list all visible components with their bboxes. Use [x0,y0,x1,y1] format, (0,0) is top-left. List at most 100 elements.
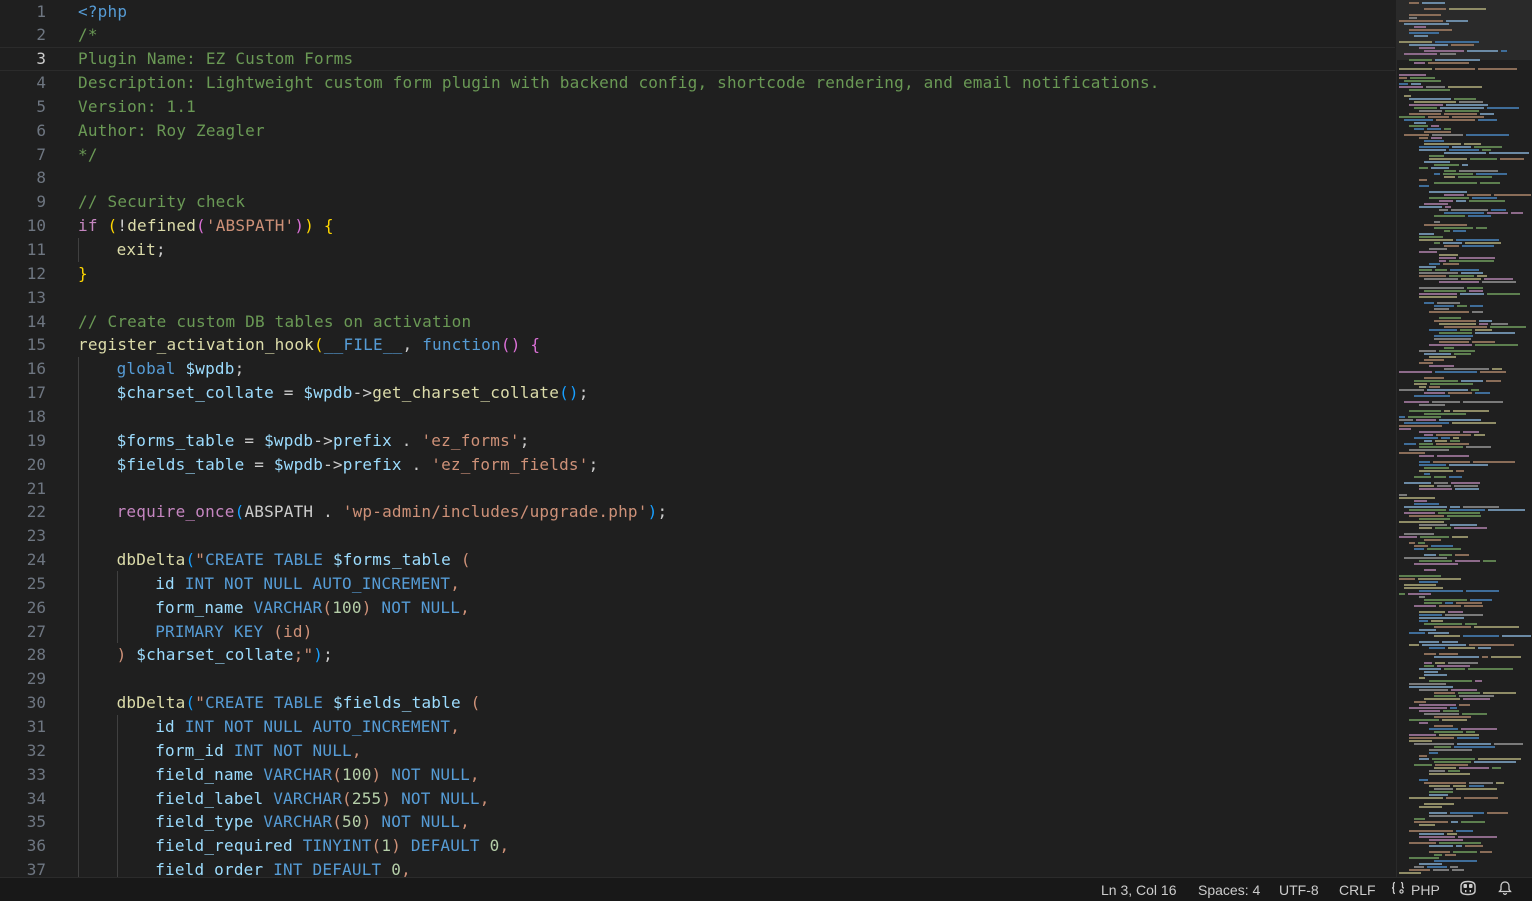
line-number[interactable]: 15 [0,335,46,354]
line-number[interactable]: 22 [0,502,46,521]
copilot-status-button[interactable] [1458,878,1478,901]
code-line[interactable]: 22 require_once(ABSPATH . 'wp-admin/inclu… [0,499,1395,524]
code-line[interactable]: 8 [0,166,1395,190]
minimap-line [1419,185,1429,187]
code-line[interactable]: 7 */ [0,142,1395,166]
line-number[interactable]: 34 [0,789,46,808]
line-number[interactable]: 18 [0,407,46,426]
minimap-line [1419,611,1445,613]
code-line[interactable]: 4 Description: Lightweight custom form pl… [0,71,1395,95]
code-line[interactable]: 15 register_activation_hook(__FILE__, fun… [0,333,1395,357]
line-number[interactable]: 31 [0,717,46,736]
minimap-line [1453,785,1466,787]
code-line[interactable]: 32 form_id INT NOT NULL, [0,738,1395,763]
minimap-line [1424,803,1454,805]
code-line[interactable]: 36 field_required TINYINT(1) DEFAULT 0, [0,833,1395,858]
notifications-button[interactable] [1497,878,1513,901]
line-number[interactable]: 3 [0,49,46,68]
line-number[interactable]: 17 [0,383,46,402]
code-line[interactable]: 13 [0,285,1395,309]
code-line[interactable]: 29 [0,666,1395,691]
line-number[interactable]: 1 [0,2,46,21]
code-line[interactable]: 37 field_order INT DEFAULT 0, [0,857,1395,877]
code-line[interactable]: 30 dbDelta("CREATE TABLE $fields_table ( [0,690,1395,715]
code-line[interactable]: 18 [0,404,1395,429]
code-line[interactable]: 28) $charset_collate;"); [0,642,1395,667]
code-line[interactable]: 2 /* [0,23,1395,47]
indent-guide [78,547,79,572]
line-number[interactable]: 29 [0,669,46,688]
line-number[interactable]: 11 [0,240,46,259]
line-number[interactable]: 8 [0,168,46,187]
line-number[interactable]: 30 [0,693,46,712]
line-number[interactable]: 23 [0,526,46,545]
line-number[interactable]: 27 [0,622,46,641]
minimap-line [1399,428,1411,430]
code-line[interactable]: 14 // Create custom DB tables on activati… [0,309,1395,333]
line-number[interactable]: 14 [0,312,46,331]
minimap-line [1452,146,1471,148]
minimap-line [1483,560,1496,562]
line-ending-selector[interactable]: CRLF [1339,878,1376,901]
line-number[interactable]: 2 [0,25,46,44]
line-number[interactable]: 4 [0,73,46,92]
code-line[interactable]: 3 Plugin Name: EZ Custom Forms [0,46,1395,71]
line-number[interactable]: 24 [0,550,46,569]
line-number[interactable]: 37 [0,860,46,877]
code-line[interactable]: 6 Author: Roy Zeagler [0,118,1395,142]
code-line[interactable]: 1 <?php [0,0,1395,23]
minimap-line [1404,512,1435,514]
code-line[interactable]: 21 [0,476,1395,500]
line-number[interactable]: 32 [0,741,46,760]
line-number[interactable]: 13 [0,288,46,307]
code-line[interactable]: 17 $charset_collate = $wpdb->get_charset_… [0,380,1395,405]
minimap-line [1471,389,1479,391]
line-number[interactable]: 36 [0,836,46,855]
line-number[interactable]: 10 [0,216,46,235]
line-number[interactable]: 26 [0,598,46,617]
line-number[interactable]: 28 [0,645,46,664]
line-number[interactable]: 6 [0,121,46,140]
code-line[interactable]: 5 Version: 1.1 [0,94,1395,118]
code-line[interactable]: 26 form_name VARCHAR(100) NOT NULL, [0,595,1395,620]
code-token: require_once [116,502,235,522]
line-number[interactable]: 9 [0,192,46,211]
code-line[interactable]: 34 field_label VARCHAR(255) NOT NULL, [0,786,1395,811]
code-token: ; [519,430,530,450]
line-number[interactable]: 12 [0,264,46,283]
minimap[interactable] [1396,0,1532,877]
code-editor[interactable]: 1 <?php 2 /* 3 Plugin Name: EZ Custom Forms 4 D… [0,0,1395,877]
code-line[interactable]: 33 field_name VARCHAR(100) NOT NULL, [0,762,1395,787]
code-line[interactable]: 35 field_type VARCHAR(50) NOT NULL, [0,809,1395,834]
code-line[interactable]: 12} [0,261,1395,285]
line-number[interactable]: 35 [0,812,46,831]
line-number[interactable]: 20 [0,455,46,474]
encoding-selector[interactable]: UTF-8 [1279,878,1319,901]
code-line[interactable]: 31 id INT NOT NULL AUTO_INCREMENT, [0,714,1395,739]
minimap-line [1444,176,1455,178]
code-line[interactable]: 24 dbDelta("CREATE TABLE $forms_table ( [0,547,1395,572]
language-mode-selector[interactable]: PHP [1391,878,1440,901]
code-line[interactable]: 20 $fields_table = $wpdb->prefix . 'ez_fo… [0,452,1395,477]
line-number[interactable]: 19 [0,431,46,450]
code-line[interactable]: 16 global $wpdb; [0,356,1395,381]
line-number[interactable]: 16 [0,359,46,378]
cursor-position-indicator[interactable]: Ln 3, Col 16 [1101,878,1177,901]
minimap-line [1456,200,1466,202]
line-number[interactable]: 7 [0,145,46,164]
code-line[interactable]: 23 [0,523,1395,548]
code-line[interactable]: 25 id INT NOT NULL AUTO_INCREMENT, [0,571,1395,596]
code-line[interactable]: 9 // Security check [0,190,1395,214]
code-line[interactable]: 10 if (!defined('ABSPATH')) { [0,214,1395,238]
minimap-line [1419,206,1442,208]
line-number[interactable]: 33 [0,765,46,784]
code-line[interactable]: 11 exit; [0,237,1395,262]
code-line[interactable]: 19 $forms_table = $wpdb->prefix . 'ez_for… [0,428,1395,453]
line-number[interactable]: 5 [0,97,46,116]
minimap-line [1444,368,1489,370]
minimap-line [1460,293,1484,295]
code-line[interactable]: 27 PRIMARY KEY (id) [0,619,1395,644]
line-number[interactable]: 25 [0,574,46,593]
line-number[interactable]: 21 [0,479,46,498]
indentation-selector[interactable]: Spaces: 4 [1198,878,1260,901]
